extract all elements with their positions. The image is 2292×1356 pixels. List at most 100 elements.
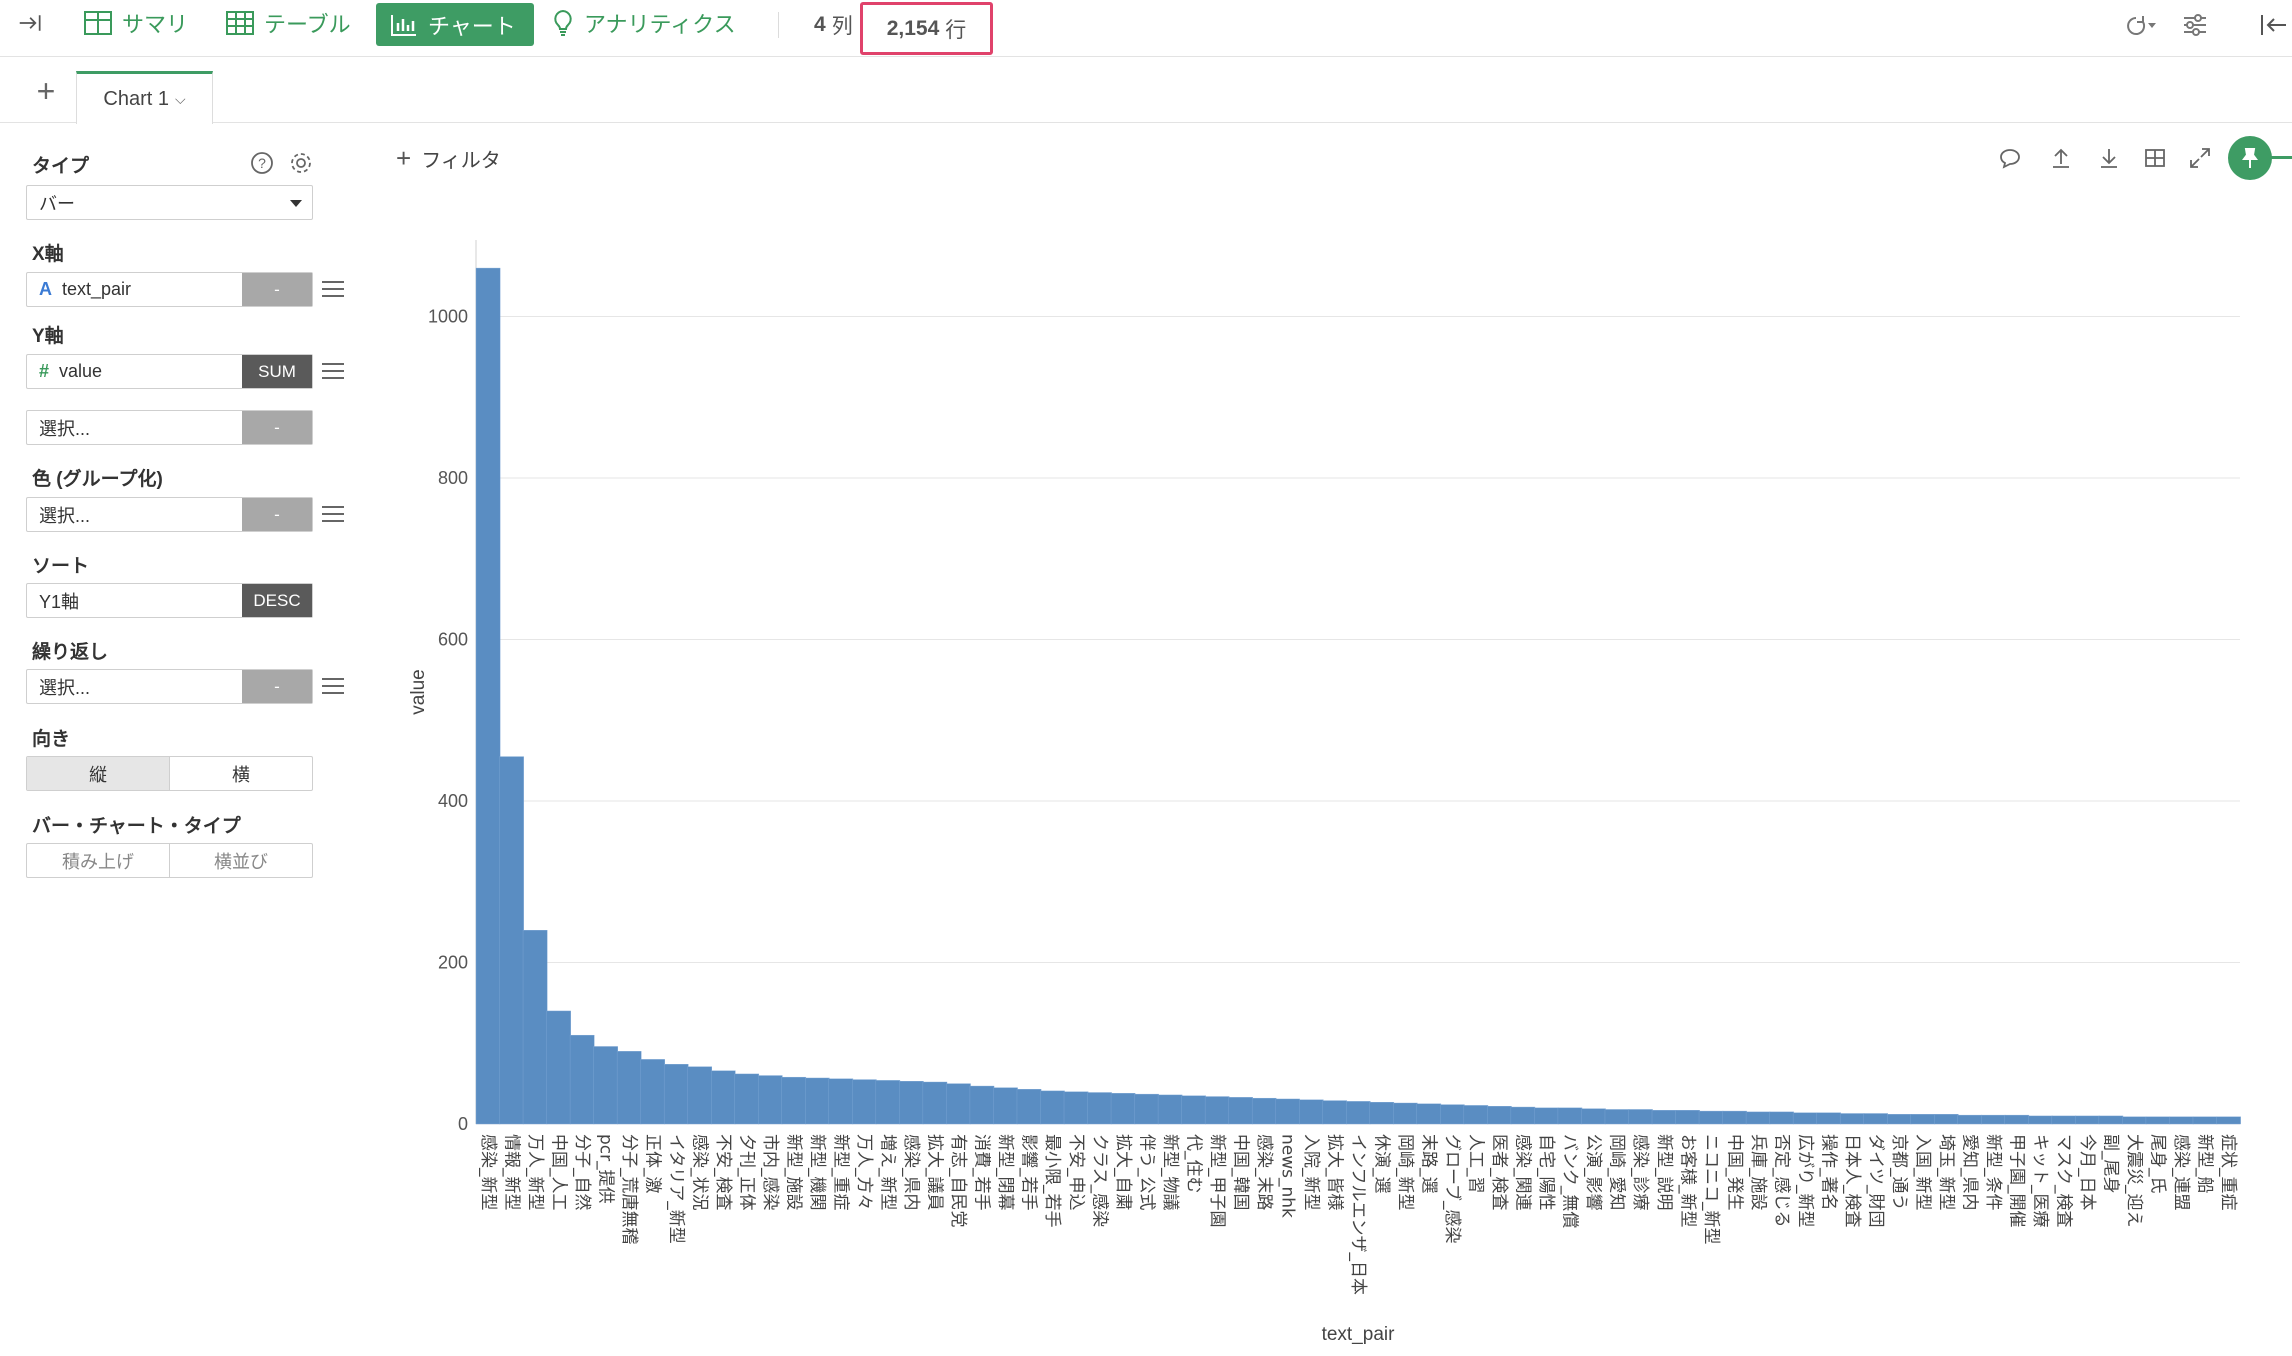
tab-chart[interactable]: チャート	[376, 3, 534, 46]
bar	[687, 1066, 712, 1125]
bar-type-side-button[interactable]: 横並び	[169, 844, 312, 877]
bar	[781, 1076, 807, 1125]
x-tick-label: 感染_末路	[1254, 1134, 1274, 1211]
x-tick-label: 伴う_公式	[1136, 1134, 1156, 1211]
orientation-vertical-button[interactable]: 縦	[27, 757, 169, 790]
bar	[1251, 1097, 1277, 1125]
row-count: 2,154 行	[860, 2, 993, 55]
plus-icon: +	[396, 143, 412, 173]
bar	[569, 1034, 595, 1125]
refresh-icon[interactable]	[2116, 8, 2156, 42]
bar	[1275, 1098, 1300, 1125]
color-group-aggregation[interactable]: -	[242, 498, 312, 531]
x-tick-label: news_nhk	[1277, 1134, 1297, 1218]
bar	[1816, 1112, 1841, 1125]
bar	[1722, 1110, 1747, 1125]
x-tick-label: 症状_重症	[2218, 1134, 2238, 1211]
chevron-down-icon[interactable]: ⌵	[175, 91, 186, 108]
x-tick-label: 新型_甲子園	[1207, 1134, 1227, 1228]
comment-icon[interactable]	[1998, 146, 2022, 172]
x-tick-label: 万人_新型	[525, 1134, 545, 1211]
x-tick-label: 自宅_陽性	[1536, 1134, 1556, 1211]
pin-icon	[2242, 148, 2258, 168]
repeat-menu-icon[interactable]	[322, 678, 344, 696]
x-tick-label: 夕刊_正体	[736, 1134, 756, 1211]
sort-order[interactable]: DESC	[242, 584, 312, 617]
y2-axis-field[interactable]: 選択... -	[26, 410, 313, 445]
bar	[711, 1070, 736, 1125]
chart-tab-bar: + Chart 1 ⌵	[0, 57, 2292, 124]
x-axis-field[interactable]: Atext_pair -	[26, 272, 313, 307]
x-tick-label: キット_医療	[2030, 1134, 2050, 1228]
repeat-field[interactable]: 選択... -	[26, 669, 313, 704]
collapse-right-icon[interactable]	[2258, 8, 2288, 42]
repeat-aggregation[interactable]: -	[242, 670, 312, 703]
y-tick-label: 800	[438, 468, 468, 488]
x-tick-label: 中国_人工	[548, 1134, 568, 1211]
tab-chart-1-label: Chart 1	[103, 87, 169, 110]
bar	[1604, 1109, 1630, 1125]
color-group-field[interactable]: 選択... -	[26, 497, 313, 532]
bar-type-stacked-button[interactable]: 積み上げ	[27, 844, 169, 877]
gear-icon[interactable]	[289, 151, 313, 180]
y2-axis-aggregation[interactable]: -	[242, 411, 312, 444]
upload-icon[interactable]	[2049, 146, 2073, 172]
x-tick-label: イタリア_新型	[666, 1134, 686, 1244]
chart-type-select[interactable]: バー	[26, 185, 313, 220]
x-tick-label: 新型_物議	[1160, 1134, 1180, 1211]
tab-chart-1[interactable]: Chart 1 ⌵	[76, 71, 213, 124]
x-tick-label: 感染_連盟	[2171, 1134, 2191, 1211]
collapse-left-icon[interactable]	[18, 0, 54, 46]
x-axis-aggregation[interactable]: -	[242, 273, 312, 306]
color-group-menu-icon[interactable]	[322, 506, 344, 524]
add-chart-button[interactable]: +	[32, 75, 60, 107]
tab-analytics[interactable]: アナリティクス	[552, 0, 736, 46]
bar	[946, 1083, 971, 1125]
x-tick-label: 市内_感染	[760, 1134, 780, 1211]
expand-icon[interactable]	[2188, 146, 2212, 172]
bar	[1886, 1114, 1912, 1125]
pin-connector	[2270, 156, 2292, 159]
bar	[2098, 1115, 2124, 1125]
sort-field[interactable]: Y1軸 DESC	[26, 583, 313, 618]
orientation-horizontal-button[interactable]: 横	[169, 757, 312, 790]
y-axis-field[interactable]: # value SUM	[26, 354, 313, 389]
pin-button[interactable]	[2228, 136, 2272, 180]
bar	[2075, 1115, 2100, 1125]
bar	[2145, 1116, 2171, 1125]
x-tick-label: 休演_選	[1372, 1134, 1392, 1194]
bar-chart-icon	[391, 14, 416, 36]
filter-button[interactable]: + フィルタ	[396, 143, 501, 174]
bar-chart: 02004006008001000感染_新型 情報_新型 万人_新型 中国_人工 分子_…	[408, 240, 2241, 1345]
x-tick-label: 公演_影響	[1583, 1134, 1603, 1211]
bar	[2028, 1115, 2053, 1125]
bar	[1745, 1111, 1771, 1125]
x-axis-title: text_pair	[1322, 1324, 1396, 1345]
x-tick-label: 分子_荒唐無稽	[619, 1134, 640, 1245]
bar	[475, 267, 501, 1125]
y-axis-menu-icon[interactable]	[322, 363, 344, 381]
bar	[1134, 1093, 1159, 1125]
x-tick-label: 兵庫_施設	[1748, 1134, 1768, 1211]
number-type-icon: #	[39, 361, 50, 381]
y-axis-field-value: value	[59, 361, 103, 381]
bar	[1393, 1102, 1418, 1125]
download-icon[interactable]	[2097, 146, 2121, 172]
orientation-label: 向き	[32, 729, 71, 750]
tab-chart-label: チャート	[428, 13, 516, 39]
x-tick-label: pcr_提供	[595, 1134, 615, 1204]
x-axis-menu-icon[interactable]	[322, 281, 344, 299]
x-tick-label: グローブ_感染	[1442, 1134, 1463, 1243]
help-icon[interactable]: ?	[250, 151, 274, 180]
color-group-label: 色 (グループ化)	[32, 469, 163, 490]
bar	[546, 1010, 571, 1125]
settings-sliders-icon[interactable]	[2182, 8, 2208, 42]
grid-layout-icon[interactable]	[2143, 146, 2167, 172]
x-tick-label: 岡崎_新型	[1395, 1134, 1415, 1211]
x-tick-label: 拡大_自粛	[1113, 1134, 1133, 1211]
sort-field-value: Y1軸	[39, 591, 80, 612]
y-axis-aggregation[interactable]: SUM	[242, 355, 312, 388]
tab-summary[interactable]: サマリ	[84, 0, 188, 46]
tab-table[interactable]: テーブル	[226, 0, 351, 46]
x-tick-label: 新型_機関	[807, 1134, 827, 1211]
